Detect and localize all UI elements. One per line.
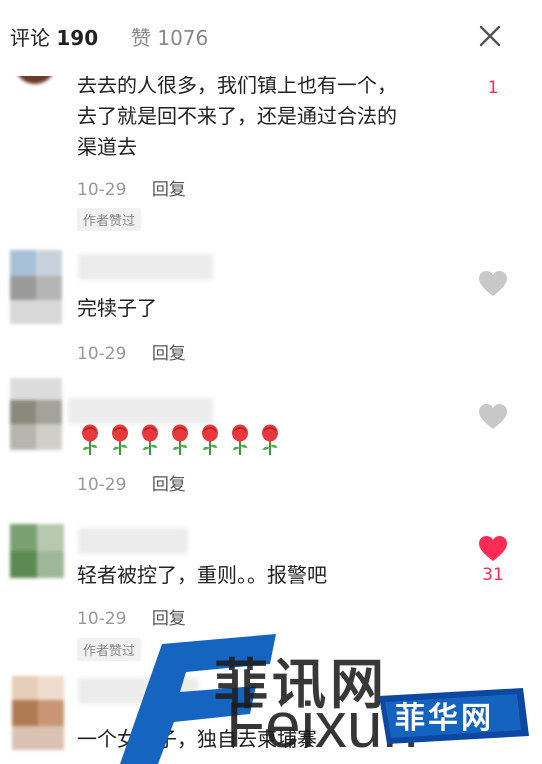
reply-button[interactable]: 回复 [152, 344, 186, 364]
tab-likes-count: 1076 [157, 26, 209, 50]
rose-emoji [262, 424, 278, 455]
rose-emoji [172, 424, 188, 455]
comment-date: 10-29 [77, 180, 127, 200]
comment-text: 轻者被控了，重则。。报警吧 [77, 563, 327, 587]
author-liked-badge: 作者赞过 [77, 208, 142, 231]
reply-button[interactable]: 回复 [152, 475, 186, 495]
avatar[interactable] [10, 524, 64, 578]
close-icon[interactable] [474, 20, 506, 52]
like-count: 31 [482, 565, 504, 585]
rose-emoji [232, 424, 248, 455]
heart-icon[interactable] [478, 535, 508, 563]
rose-emoji [82, 424, 98, 455]
comment-meta: 10-29 回复 [77, 175, 186, 200]
tab-comments-label: 评论 [10, 26, 50, 50]
avatar[interactable] [10, 378, 62, 450]
comment-text-line: 去了就是回不来了，还是通过合法的 [77, 104, 397, 128]
comment-text: 去去的人很多，我们镇上也有一个， 去了就是回不来了，还是通过合法的 渠道去 [77, 70, 397, 163]
tab-likes-label: 赞 [131, 26, 151, 50]
reply-button[interactable]: 回复 [152, 609, 186, 629]
comment-date: 10-29 [77, 475, 127, 495]
username[interactable] [78, 528, 188, 554]
rose-emoji [202, 424, 218, 455]
username[interactable] [68, 398, 213, 424]
comment-date: 10-29 [77, 609, 127, 629]
tab-comments[interactable]: 评论 190 [10, 24, 98, 52]
rose-emoji [112, 424, 128, 455]
comment-meta: 10-29 回复 [77, 470, 186, 495]
watermark-badge: 菲华网 [395, 701, 494, 736]
reply-button[interactable]: 回复 [152, 180, 186, 200]
avatar[interactable] [12, 676, 64, 750]
comment-text: 完犊子了 [77, 296, 157, 320]
comment-meta: 10-29 回复 [77, 339, 186, 364]
heart-icon[interactable] [478, 403, 508, 431]
rose-emoji [142, 424, 158, 455]
comments-header: 评论 190 赞 1076 [0, 0, 542, 76]
comment-meta: 10-29 回复 [77, 604, 186, 629]
comment-text-line: 渠道去 [77, 135, 137, 159]
like-count: 1 [487, 78, 499, 98]
avatar[interactable] [10, 250, 62, 324]
comment-date: 10-29 [77, 344, 127, 364]
tab-comments-count: 190 [56, 26, 99, 50]
heart-icon[interactable] [478, 270, 508, 298]
username[interactable] [78, 254, 213, 280]
tab-likes[interactable]: 赞 1076 [131, 24, 208, 52]
